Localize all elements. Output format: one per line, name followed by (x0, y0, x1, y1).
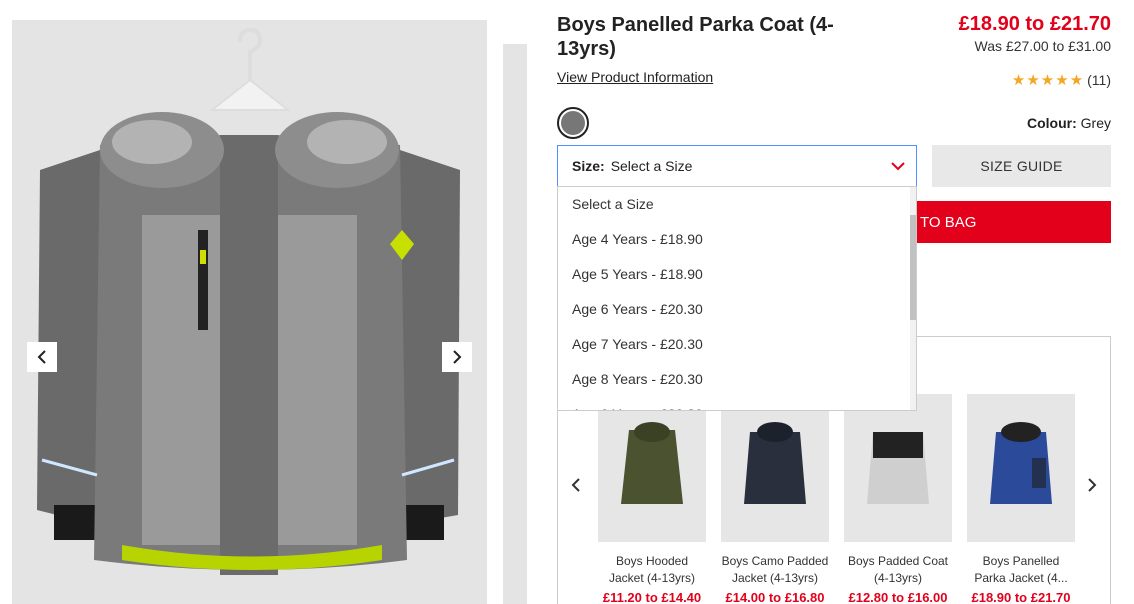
next-image-peek (503, 44, 527, 604)
dropdown-scrollbar[interactable] (910, 187, 916, 410)
size-option[interactable]: Age 5 Years - £18.90 (558, 257, 916, 292)
size-option[interactable]: Age 9 Years - £20.30 (558, 397, 916, 410)
chevron-left-icon (571, 478, 580, 492)
recommendation-image (721, 394, 829, 542)
star-icon: ★ (1069, 71, 1084, 89)
recommendation-card[interactable]: Boys Hooded Jacket (4-13yrs) £11.20 to £… (598, 394, 706, 604)
size-select-value: Select a Size (610, 158, 693, 174)
review-count: (11) (1087, 72, 1111, 88)
product-rating[interactable]: ★ ★ ★ ★ ★ (11) (1012, 72, 1111, 88)
recommendation-price: £12.80 to £16.00 (848, 590, 948, 604)
chevron-right-icon (453, 350, 462, 364)
recommendation-card[interactable]: Boys Camo Padded Jacket (4-13yrs) £14.00… (721, 394, 829, 604)
colour-value: Grey (1080, 115, 1111, 131)
recommendation-name: Boys Camo Padded Jacket (4-13yrs) (721, 554, 829, 585)
size-option[interactable]: Age 8 Years - £20.30 (558, 362, 916, 397)
chevron-down-icon (891, 162, 905, 171)
recommendation-image (967, 394, 1075, 542)
size-option[interactable]: Age 6 Years - £20.30 (558, 292, 916, 327)
parka-coat-image (37, 27, 460, 575)
carousel-next-button[interactable] (1082, 475, 1102, 495)
recommendation-price: £18.90 to £21.70 (971, 590, 1071, 604)
swatch-fill (561, 111, 585, 135)
add-to-bag-button[interactable]: TO BAG (900, 201, 1111, 243)
recommendation-price: £14.00 to £16.80 (725, 590, 825, 604)
recommendation-card[interactable]: Boys Panelled Parka Jacket (4... £18.90 … (967, 394, 1075, 604)
recommendation-image (844, 394, 952, 542)
size-select-label: Size: (572, 158, 605, 174)
colour-label-title: Colour: (1027, 115, 1077, 131)
gallery-prev-button[interactable] (27, 342, 57, 372)
recommendation-name: Boys Hooded Jacket (4-13yrs) (608, 554, 696, 585)
star-icon: ★ (1026, 71, 1040, 89)
was-price: Was £27.00 to £31.00 (974, 38, 1111, 54)
colour-swatch-grey[interactable] (557, 107, 589, 139)
recommendation-name: Boys Panelled Parka Jacket (4... (974, 554, 1068, 585)
size-option[interactable]: Age 7 Years - £20.30 (558, 327, 916, 362)
recommendation-name: Boys Padded Coat (4-13yrs) (847, 554, 949, 585)
star-icon: ★ (1011, 71, 1026, 89)
product-price: £18.90 to £21.70 (958, 13, 1111, 35)
star-icon: ★ (1055, 71, 1069, 89)
size-select[interactable]: Size: Select a Size (557, 145, 917, 187)
chevron-left-icon (37, 350, 46, 364)
recommendation-price: £11.20 to £14.40 (602, 590, 702, 604)
carousel-prev-button[interactable] (566, 475, 586, 495)
chevron-right-icon (1088, 478, 1097, 492)
size-dropdown-list[interactable]: Select a Size Age 4 Years - £18.90 Age 5… (557, 186, 917, 411)
dropdown-scrollbar-thumb[interactable] (910, 215, 916, 320)
recommendation-image (598, 394, 706, 542)
product-title: Boys Panelled Parka Coat (4-13yrs) (557, 14, 834, 60)
gallery-next-button[interactable] (442, 342, 472, 372)
view-product-information-link[interactable]: View Product Information (557, 69, 713, 85)
size-option[interactable]: Age 4 Years - £18.90 (558, 222, 916, 257)
product-page: Boys Panelled Parka Coat (4-13yrs) £18.9… (0, 0, 1134, 604)
size-option[interactable]: Select a Size (558, 187, 916, 222)
product-image-gallery (12, 20, 487, 604)
recommendation-card[interactable]: Boys Padded Coat (4-13yrs) £12.80 to £16… (844, 394, 952, 604)
star-icon: ★ (1040, 71, 1055, 89)
colour-label: Colour: Grey (1027, 115, 1111, 131)
size-guide-button[interactable]: SIZE GUIDE (932, 145, 1111, 187)
